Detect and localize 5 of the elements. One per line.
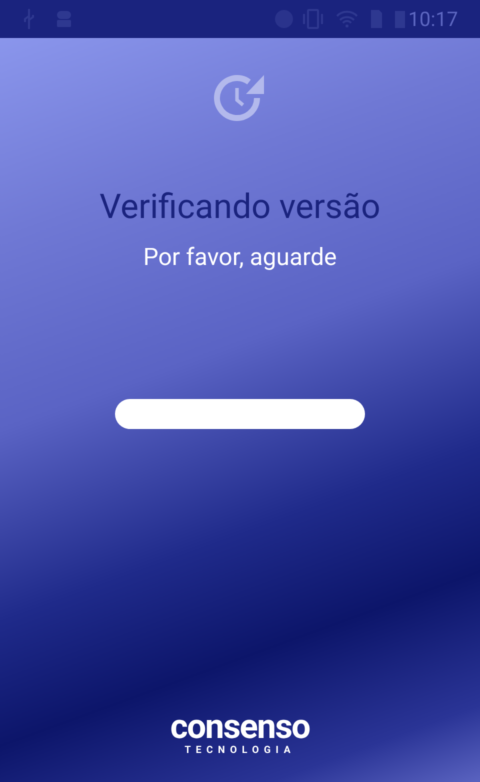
logo-tagline: TECNOLOGIA (184, 746, 296, 756)
status-time: 10:17 (408, 6, 458, 33)
logo-wordmark: consenso (170, 710, 310, 744)
title: Verificando versão (100, 186, 380, 228)
subtitle: Por favor, aguarde (143, 242, 337, 272)
